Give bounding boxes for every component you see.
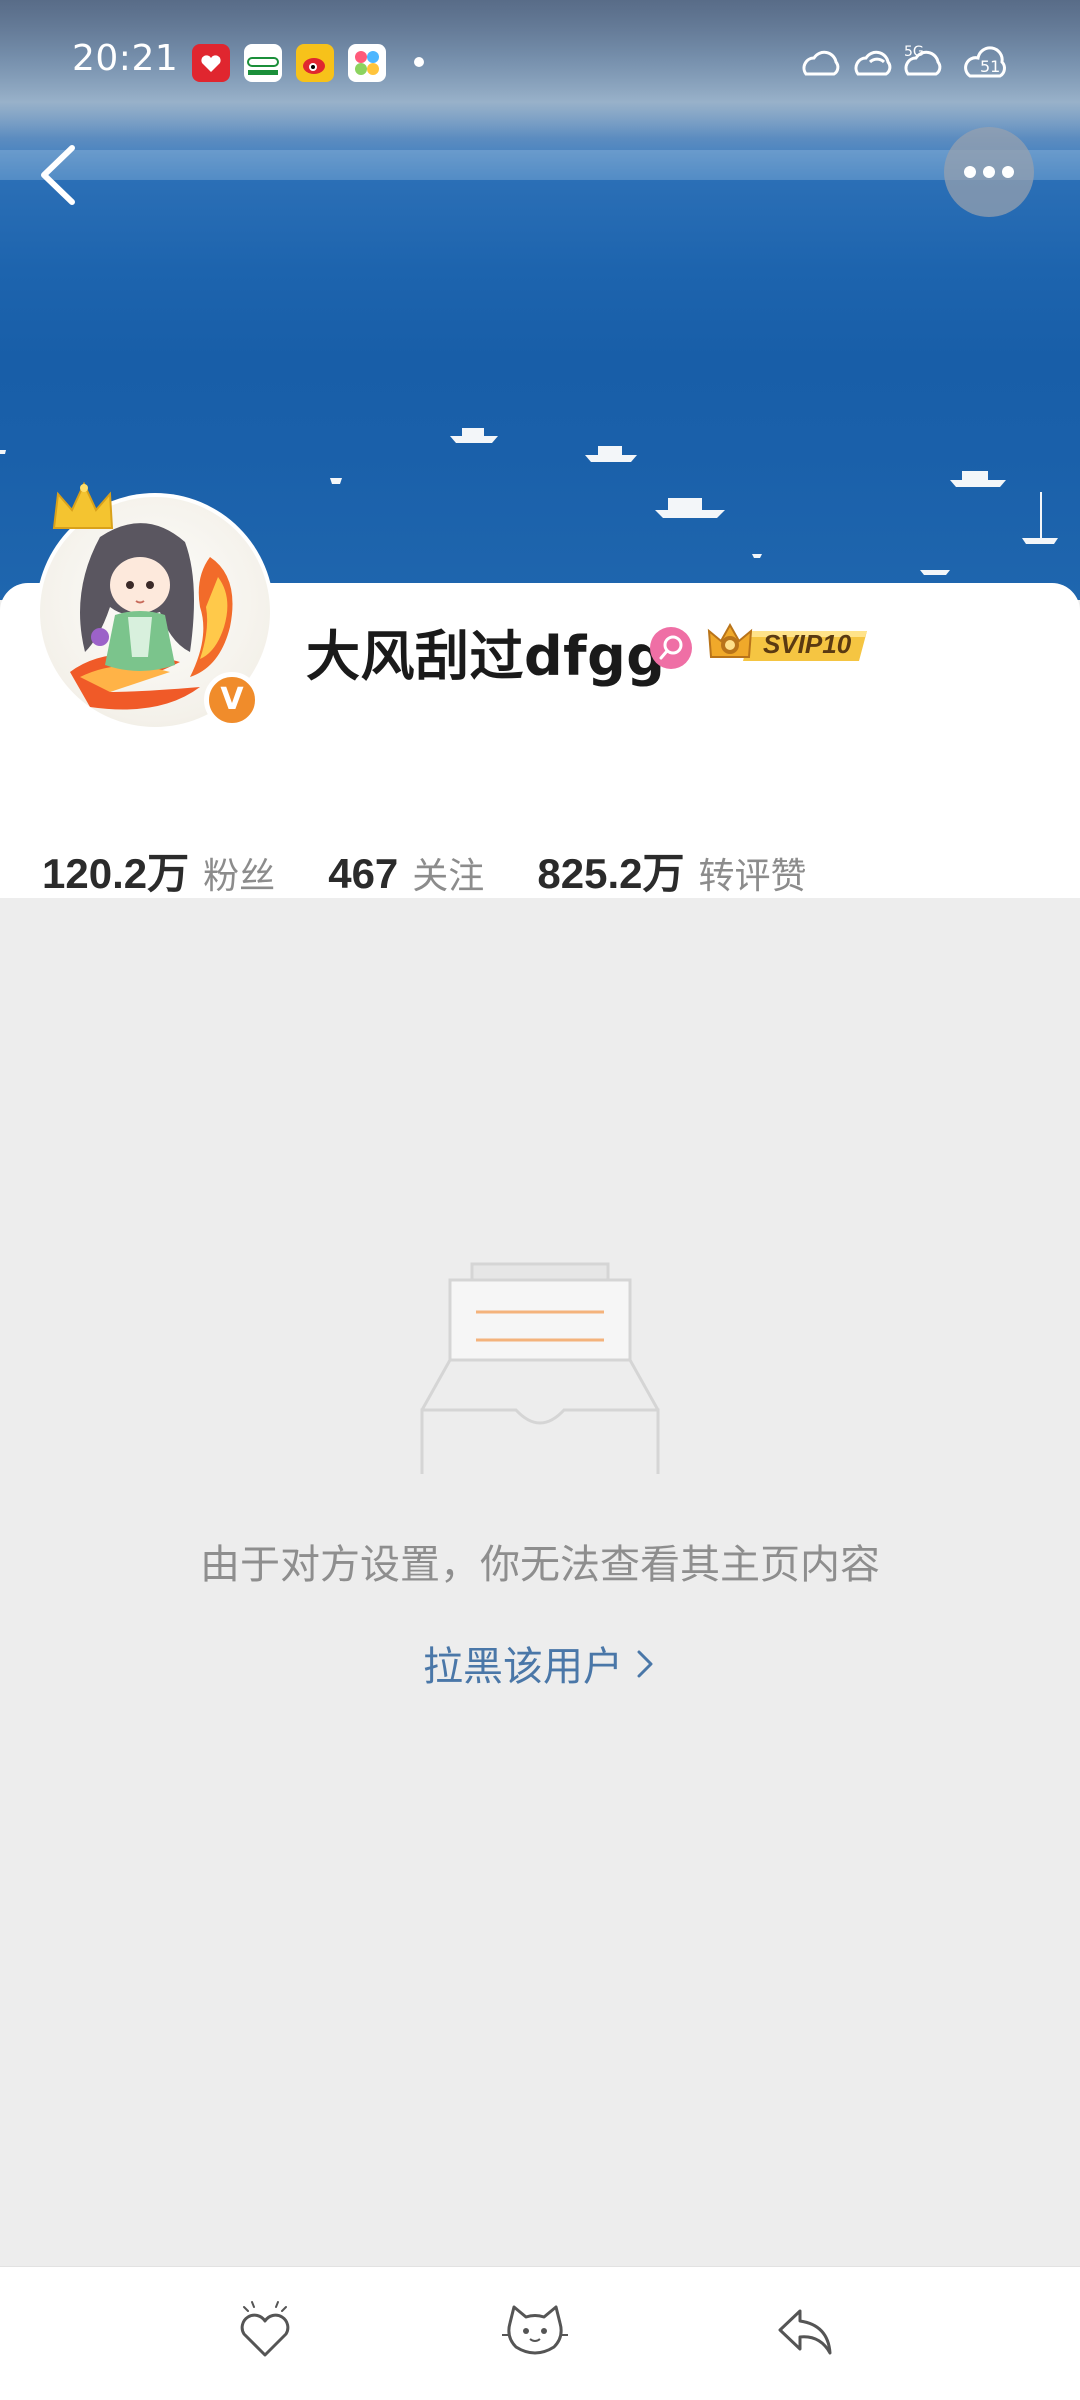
female-icon bbox=[650, 627, 692, 669]
profile-stats: 120.2万 粉丝 467 关注 825.2万 转评赞 bbox=[42, 840, 855, 900]
followers-count: 120.2万 bbox=[42, 850, 190, 897]
block-user-link[interactable]: 拉黑该用户 bbox=[0, 1634, 1080, 1692]
interactions-count: 825.2万 bbox=[537, 850, 685, 897]
like-button[interactable] bbox=[230, 2297, 300, 2367]
stat-following[interactable]: 467 关注 bbox=[328, 847, 484, 899]
block-user-label: 拉黑该用户 bbox=[423, 1644, 623, 1690]
following-label: 关注 bbox=[412, 856, 485, 897]
back-button[interactable] bbox=[30, 130, 100, 220]
battery-level: 51 bbox=[980, 57, 1000, 76]
crown-decoration-icon bbox=[52, 481, 114, 529]
empty-inbox-icon bbox=[420, 1262, 660, 1474]
svip-badge[interactable]: SVIP10 bbox=[705, 621, 875, 669]
chevron-left-icon bbox=[41, 145, 75, 205]
svip-label: SVIP10 bbox=[763, 629, 852, 659]
profile-screen: 20:21 5G 51 V 大风刮过dfgg SVIP10 120.2万 粉丝 … bbox=[0, 0, 1080, 2400]
cat-icon bbox=[502, 2305, 568, 2355]
weibo-icon bbox=[296, 44, 334, 82]
app-icon bbox=[348, 44, 386, 82]
network-type: 5G bbox=[904, 44, 924, 60]
status-time: 20:21 bbox=[72, 38, 179, 79]
following-count: 467 bbox=[328, 850, 399, 897]
stat-interactions[interactable]: 825.2万 转评赞 bbox=[537, 840, 806, 901]
stat-followers[interactable]: 120.2万 粉丝 bbox=[42, 840, 275, 901]
username: 大风刮过dfgg bbox=[306, 625, 666, 688]
profile-content: 由于对方设置，你无法查看其主页内容 拉黑该用户 bbox=[0, 898, 1080, 2266]
heart-icon bbox=[240, 2301, 290, 2357]
bottom-action-bar bbox=[0, 2266, 1080, 2400]
chevron-right-icon bbox=[633, 1646, 657, 1692]
status-bar: 20:21 5G 51 bbox=[0, 0, 1080, 120]
pinduoduo-icon bbox=[192, 44, 230, 82]
reply-icon bbox=[778, 2309, 832, 2355]
empty-message: 由于对方设置，你无法查看其主页内容 bbox=[200, 1542, 880, 1588]
more-button[interactable] bbox=[944, 127, 1034, 217]
oppo-icon bbox=[244, 44, 282, 82]
cat-button[interactable] bbox=[500, 2297, 570, 2367]
system-status-icons: 5G 51 bbox=[802, 44, 1006, 78]
interactions-label: 转评赞 bbox=[698, 856, 807, 897]
more-dots-icon bbox=[964, 166, 1014, 178]
reply-button[interactable] bbox=[770, 2297, 840, 2367]
followers-label: 粉丝 bbox=[203, 856, 276, 897]
status-dot bbox=[414, 57, 424, 67]
verified-badge: V bbox=[204, 672, 260, 728]
